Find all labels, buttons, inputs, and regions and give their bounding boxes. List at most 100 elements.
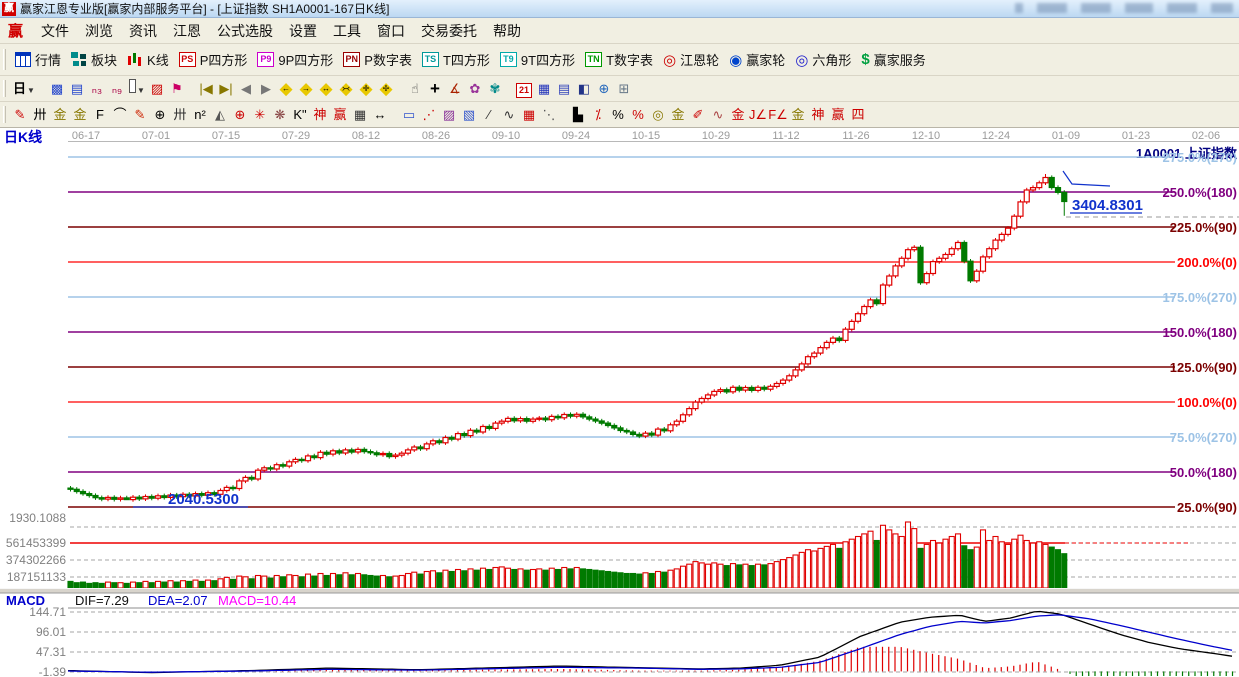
notepad-button[interactable]: ▤ [554, 79, 574, 99]
winner-wheel-button[interactable]: ◉赢家轮 [724, 48, 790, 71]
step-chart-tool[interactable]: ▙ [568, 105, 588, 125]
diamond-scroll-right-button[interactable]: ◆→ [296, 79, 316, 99]
red-pencil-tool-2[interactable]: ✎ [130, 105, 150, 125]
hatch-lines-tool[interactable]: ⋱ [539, 105, 559, 125]
wave-line-tool[interactable]: ∿ [499, 105, 519, 125]
trend-line-tool[interactable]: ∕ [479, 105, 499, 125]
spiderweb-red-tool[interactable]: ✳ [250, 105, 270, 125]
angle-f-tool[interactable]: F∠ [768, 105, 788, 125]
gold-gate-tool-2[interactable]: 金 [70, 105, 90, 125]
comb-dense-tool[interactable]: 卅 [170, 105, 190, 125]
percent-line-red-tool[interactable]: % [628, 105, 648, 125]
diamond-compress-all-button[interactable]: ◆✢ [376, 79, 396, 99]
toolbar-grip[interactable] [3, 80, 6, 98]
bars-3-button[interactable]: ₙ₃ [87, 79, 107, 99]
angle-si-tool[interactable]: 四∠ [848, 105, 868, 125]
compass-circle-tool[interactable]: ⊕ [150, 105, 170, 125]
calculator-button[interactable]: ▦ [534, 79, 554, 99]
spiderweb-grid-tool[interactable]: ❋ [270, 105, 290, 125]
toolbar-grip[interactable] [3, 49, 6, 71]
n-squared-tool[interactable]: n² [190, 105, 210, 125]
save-disk-button[interactable]: ◧ [574, 79, 594, 99]
diamond-scroll-left-button[interactable]: ◆← [276, 79, 296, 99]
shen-red-tool[interactable]: 神 [310, 105, 330, 125]
volume-bar [756, 564, 761, 588]
menu-item-7[interactable]: 窗口 [369, 18, 413, 44]
grid-red-tool[interactable]: ▦ [519, 105, 539, 125]
toolbar-grip[interactable] [3, 106, 6, 124]
p-square-button[interactable]: PSP四方形 [174, 48, 253, 71]
chart-svg[interactable]: 06-1707-0107-1507-2908-1208-2609-1009-24… [0, 128, 1239, 677]
blue-frame-tool[interactable]: ▭ [399, 105, 419, 125]
angle-ruler-tool[interactable]: ◭ [210, 105, 230, 125]
hexagon-button[interactable]: ◎六角形 [790, 48, 856, 71]
menu-item-0[interactable]: 文件 [33, 18, 77, 44]
fan-box-purple-tool[interactable]: ▨ [439, 105, 459, 125]
kline-chart-canvas[interactable]: 06-1707-0107-1507-2908-1208-2609-1009-24… [0, 128, 1239, 677]
purple-tool-button[interactable]: ✿ [465, 79, 485, 99]
percent-slash-red-tool[interactable]: ⁒ [588, 105, 608, 125]
last-page-button[interactable]: ▶| [216, 79, 236, 99]
menu-item-6[interactable]: 工具 [325, 18, 369, 44]
crosshair-circle-red-tool[interactable]: ⊕ [230, 105, 250, 125]
red-pattern-button[interactable]: ▨ [147, 79, 167, 99]
winner-service-button[interactable]: $赢家服务 [856, 48, 930, 71]
angle-ying-tool[interactable]: 赢∠ [828, 105, 848, 125]
next-button[interactable]: ▶ [256, 79, 276, 99]
red-pencil-tool[interactable]: ✎ [10, 105, 30, 125]
prev-button[interactable]: ◀ [236, 79, 256, 99]
p-digit-table-button[interactable]: PNP数字表 [338, 48, 417, 71]
diamond-expand-all-button[interactable]: ◆✛ [356, 79, 376, 99]
comb-lines-tool[interactable]: 卅 [30, 105, 50, 125]
quotes-button[interactable]: 行情 [10, 48, 66, 71]
bars-9-button[interactable]: ₙ₉ [107, 79, 127, 99]
angle-measure-button[interactable]: ∡ [445, 79, 465, 99]
fan-box-blue-tool[interactable]: ▧ [459, 105, 479, 125]
kline-button[interactable]: K线 [122, 48, 174, 71]
menu-item-2[interactable]: 资讯 [121, 18, 165, 44]
sectors-button[interactable]: 板块 [66, 48, 122, 71]
comb-f-tool[interactable]: F [90, 105, 110, 125]
color-flag-button[interactable]: ⚑ [167, 79, 187, 99]
period-day-dropdown[interactable]: 日▼ [10, 79, 38, 99]
angle-j-tool[interactable]: J∠ [748, 105, 768, 125]
gold-box-red-tool[interactable]: 金 [728, 105, 748, 125]
gann-fan-red-tool[interactable]: ⋰ [419, 105, 439, 125]
percent-tool[interactable]: % [608, 105, 628, 125]
menu-item-8[interactable]: 交易委托 [413, 18, 485, 44]
wave-channel-tool[interactable]: ∿ [708, 105, 728, 125]
t-square-button[interactable]: TST四方形 [417, 48, 495, 71]
ying-red-tool[interactable]: 赢 [330, 105, 350, 125]
info-clipboard-button[interactable]: ▤ [67, 79, 87, 99]
gold-line-tool[interactable]: 金 [668, 105, 688, 125]
flag-pen-tool[interactable]: ✐ [688, 105, 708, 125]
width-arrows-tool[interactable]: ↔ [370, 105, 390, 125]
web-globe-button[interactable]: ⊕ [594, 79, 614, 99]
candle-style-dropdown[interactable]: ▼ [127, 79, 147, 99]
t9-square-button[interactable]: T99T四方形 [495, 48, 580, 71]
p9-square-button[interactable]: P99P四方形 [252, 48, 338, 71]
calendar-button[interactable]: 21 [514, 79, 534, 99]
angle-gold-tool[interactable]: 金∠ [788, 105, 808, 125]
grid-123-tool[interactable]: ▦ [350, 105, 370, 125]
t-digit-table-button[interactable]: TNT数字表 [580, 48, 658, 71]
gold-circle-tool[interactable]: ◎ [648, 105, 668, 125]
menu-item-3[interactable]: 江恩 [165, 18, 209, 44]
spiral-tool[interactable]: ⌒ [110, 105, 130, 125]
menu-item-9[interactable]: 帮助 [485, 18, 529, 44]
gann-k-tool[interactable]: K" [290, 105, 310, 125]
print-cart-button[interactable]: ⊞ [614, 79, 634, 99]
cyan-brain-button[interactable]: ✾ [485, 79, 505, 99]
menu-item-4[interactable]: 公式选股 [209, 18, 281, 44]
diamond-expand-button[interactable]: ◆↔ [316, 79, 336, 99]
gann-wheel-button[interactable]: ◎江恩轮 [658, 48, 724, 71]
menu-item-5[interactable]: 设置 [281, 18, 325, 44]
angle-shen-tool[interactable]: 神∠ [808, 105, 828, 125]
menu-item-1[interactable]: 浏览 [77, 18, 121, 44]
hand-tool-button[interactable]: ☝ [405, 79, 425, 99]
pattern-window-button[interactable]: ▩ [47, 79, 67, 99]
gold-gate-tool-1[interactable]: 金 [50, 105, 70, 125]
crosshair-tool-button[interactable]: + [425, 79, 445, 99]
first-page-button[interactable]: |◀ [196, 79, 216, 99]
diamond-compress-button[interactable]: ◆᚛᚜ [336, 79, 356, 99]
